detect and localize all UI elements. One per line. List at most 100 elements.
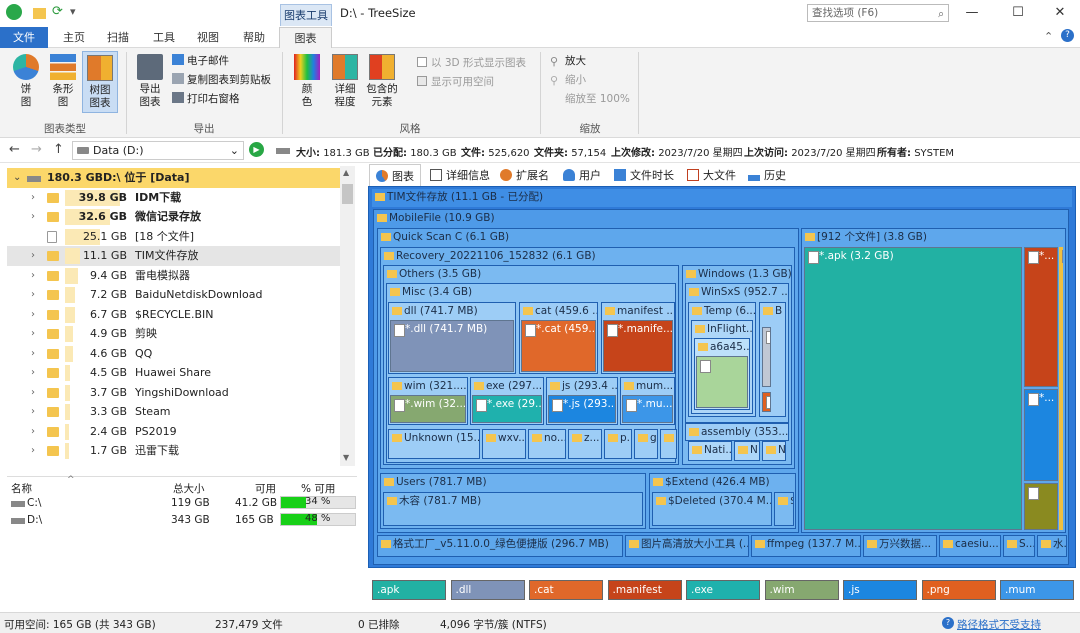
tab-chart[interactable]: 图表 [279,27,332,48]
search-input[interactable]: 查找选项 (F6) ⌕ [807,4,949,22]
tree-row[interactable]: › 4.5 GB Huawei Share [7,363,343,383]
help-icon[interactable]: ? [1061,29,1074,42]
tab-home[interactable]: 主页 [56,27,92,48]
legend-item[interactable]: .png [921,580,996,600]
show-free-space-checkbox[interactable]: 显示可用空间 [417,74,494,90]
treemap-ffmpeg[interactable]: ffmpeg (137.7 M... [751,535,861,557]
tab-extensions[interactable]: 扩展名 [500,167,549,183]
quick-access-dropdown-icon[interactable]: ▾ [70,5,76,21]
tab-file-age[interactable]: 文件时长 [614,167,674,183]
tree-row[interactable]: › 39.8 GB IDM下载 [7,188,343,208]
expand-arrow-icon[interactable]: › [31,324,35,344]
treemap-exe-leaf[interactable]: *.exe (29... [472,395,542,423]
expand-arrow-icon[interactable]: › [31,285,35,305]
email-button[interactable]: 电子邮件 [172,53,229,69]
copy-chart-button[interactable]: 复制图表到剪贴板 [172,72,271,88]
legend-item[interactable]: .wim [764,580,839,600]
treemap-b-leaf[interactable] [762,327,771,387]
legend-item[interactable]: .cat [529,580,603,600]
tree-row[interactable]: › 3.7 GB YingshiDownload [7,383,343,403]
treemap-g[interactable]: g [634,429,658,459]
tab-help[interactable]: 帮助 [236,27,272,48]
col-header-free[interactable]: 可用 [255,481,276,496]
treemap-cat-leaf[interactable]: *.cat (459... [521,320,596,372]
treemap-s[interactable]: S... [1003,535,1035,557]
path-format-link[interactable]: 路径格式不受支持 [957,617,1041,632]
legend-item[interactable]: .exe [686,580,760,600]
treemap-js-leaf[interactable]: *.js (293.... [548,395,616,423]
legend-item[interactable]: .apk [372,580,446,600]
treemap-nati[interactable]: Nati... [688,441,732,461]
tab-details[interactable]: 详细信息 [430,167,490,183]
treemap-dollar[interactable]: $... [774,492,794,526]
treemap-small-leaf-1[interactable]: *... [1024,247,1058,387]
tree-row[interactable]: › 6.7 GB $RECYCLE.BIN [7,305,343,325]
treemap-unknown[interactable]: Unknown (15... [388,429,480,459]
refresh-icon[interactable]: ⟳ [52,4,63,20]
bar-chart-button[interactable]: 条形 图 [46,54,80,109]
minimize-button[interactable]: — [957,4,987,22]
tab-large-files[interactable]: 大文件 [687,167,736,183]
tab-file[interactable]: 文件 [0,27,48,48]
show-3d-checkbox[interactable]: 以 3D 形式显示图表 [417,55,526,71]
close-button[interactable]: ✕ [1045,4,1075,22]
export-chart-button[interactable]: 导出 图表 [134,54,166,109]
tree-root-row[interactable]: ⌄ 180.3 GB D:\ 位于 [Data] [7,168,343,188]
expand-arrow-icon[interactable]: › [31,207,35,227]
treemap-small-leaf-2[interactable]: *... [1024,389,1058,481]
legend-item[interactable]: .mum [1000,580,1074,600]
legend-item[interactable]: .dll [450,580,525,600]
expand-arrow-icon[interactable]: › [31,363,35,383]
tree-row[interactable]: › 7.2 GB BaiduNetdiskDownload [7,285,343,305]
zoom-in-button[interactable]: ⚲ 放大 [550,53,586,69]
maximize-button[interactable]: ☐ [1003,4,1033,22]
treemap-small-files-grid[interactable] [696,356,748,408]
treemap-shui[interactable]: 水... [1037,535,1067,557]
treemap-small-leaf-3[interactable] [1024,483,1058,530]
contained-elements-button[interactable]: 包含的 元素 [362,54,402,109]
col-header-pct-free[interactable]: % 可用 [301,481,335,496]
legend-item[interactable]: .manifest [607,580,682,600]
treemap-wim-leaf[interactable]: *.wim (32... [390,395,466,423]
tree-row[interactable]: ›25.1 GB[18 个文件] [7,227,343,247]
detail-level-button[interactable]: 详细 程度 [328,54,362,109]
treemap-deleted[interactable]: $Deleted (370.4 M... [652,492,772,526]
treemap-assembly[interactable]: assembly (353.... [685,423,789,441]
treemap-n1[interactable]: N [734,441,760,461]
treemap-mum-leaf[interactable]: *.mu... [622,395,673,423]
treemap-dll-leaf[interactable]: *.dll (741.7 MB) [390,320,514,372]
treemap-root-label[interactable]: TIM文件存放 (11.1 GB - 已分配) [372,189,1072,207]
tab-users[interactable]: 用户 [563,167,601,183]
folder-tree[interactable]: ⌄ 180.3 GB D:\ 位于 [Data] › 39.8 GB IDM下载 › 3… [7,166,355,466]
tree-row[interactable]: › 4.9 GB 剪映 [7,324,343,344]
zoom-100-button[interactable]: 缩放至 100% [565,91,630,107]
treemap-b-leaf-png[interactable] [762,392,771,412]
tab-scan[interactable]: 扫描 [100,27,136,48]
treemap-p[interactable]: p.. [604,429,632,459]
scroll-up-icon[interactable]: ▲ [343,168,349,177]
expand-arrow-icon[interactable]: › [31,344,35,364]
expand-arrow-icon[interactable]: › [31,402,35,422]
tab-tools[interactable]: 工具 [146,27,182,48]
tree-row[interactable]: › 3.3 GB Steam [7,402,343,422]
collapse-ribbon-icon[interactable]: ⌃ [1044,30,1053,43]
expand-arrow-icon[interactable]: › [31,305,35,325]
scroll-thumb[interactable] [342,184,353,204]
treemap-wxv[interactable]: wxv... [482,429,526,459]
tree-row[interactable]: › 9.4 GB 雷电模拟器 [7,266,343,286]
treemap-manifest-leaf[interactable]: *.manife... [603,320,673,372]
up-arrow-icon[interactable]: ↑ [53,142,64,157]
col-header-name[interactable]: 名称 [11,481,32,496]
back-arrow-icon[interactable]: ← [9,142,20,157]
tree-row[interactable]: › 1.7 GB 迅雷下载 [7,441,343,461]
treemap-n2[interactable]: N [762,441,786,461]
treemap-chart[interactable]: TIM文件存放 (11.1 GB - 已分配) MobileFile (10.9… [368,186,1076,568]
treemap-caesiu[interactable]: caesiu... [939,535,1001,557]
tab-history[interactable]: 历史 [748,167,786,183]
treemap-mujiao[interactable]: 木容 (781.7 MB) [383,492,643,526]
collapse-arrow-icon[interactable]: ⌄ [13,168,21,188]
col-header-total[interactable]: 总大小 [173,481,205,496]
legend-item[interactable]: .js [843,580,917,600]
tree-row[interactable]: › 2.4 GB PS2019 [7,422,343,442]
expand-arrow-icon[interactable]: › [31,383,35,403]
